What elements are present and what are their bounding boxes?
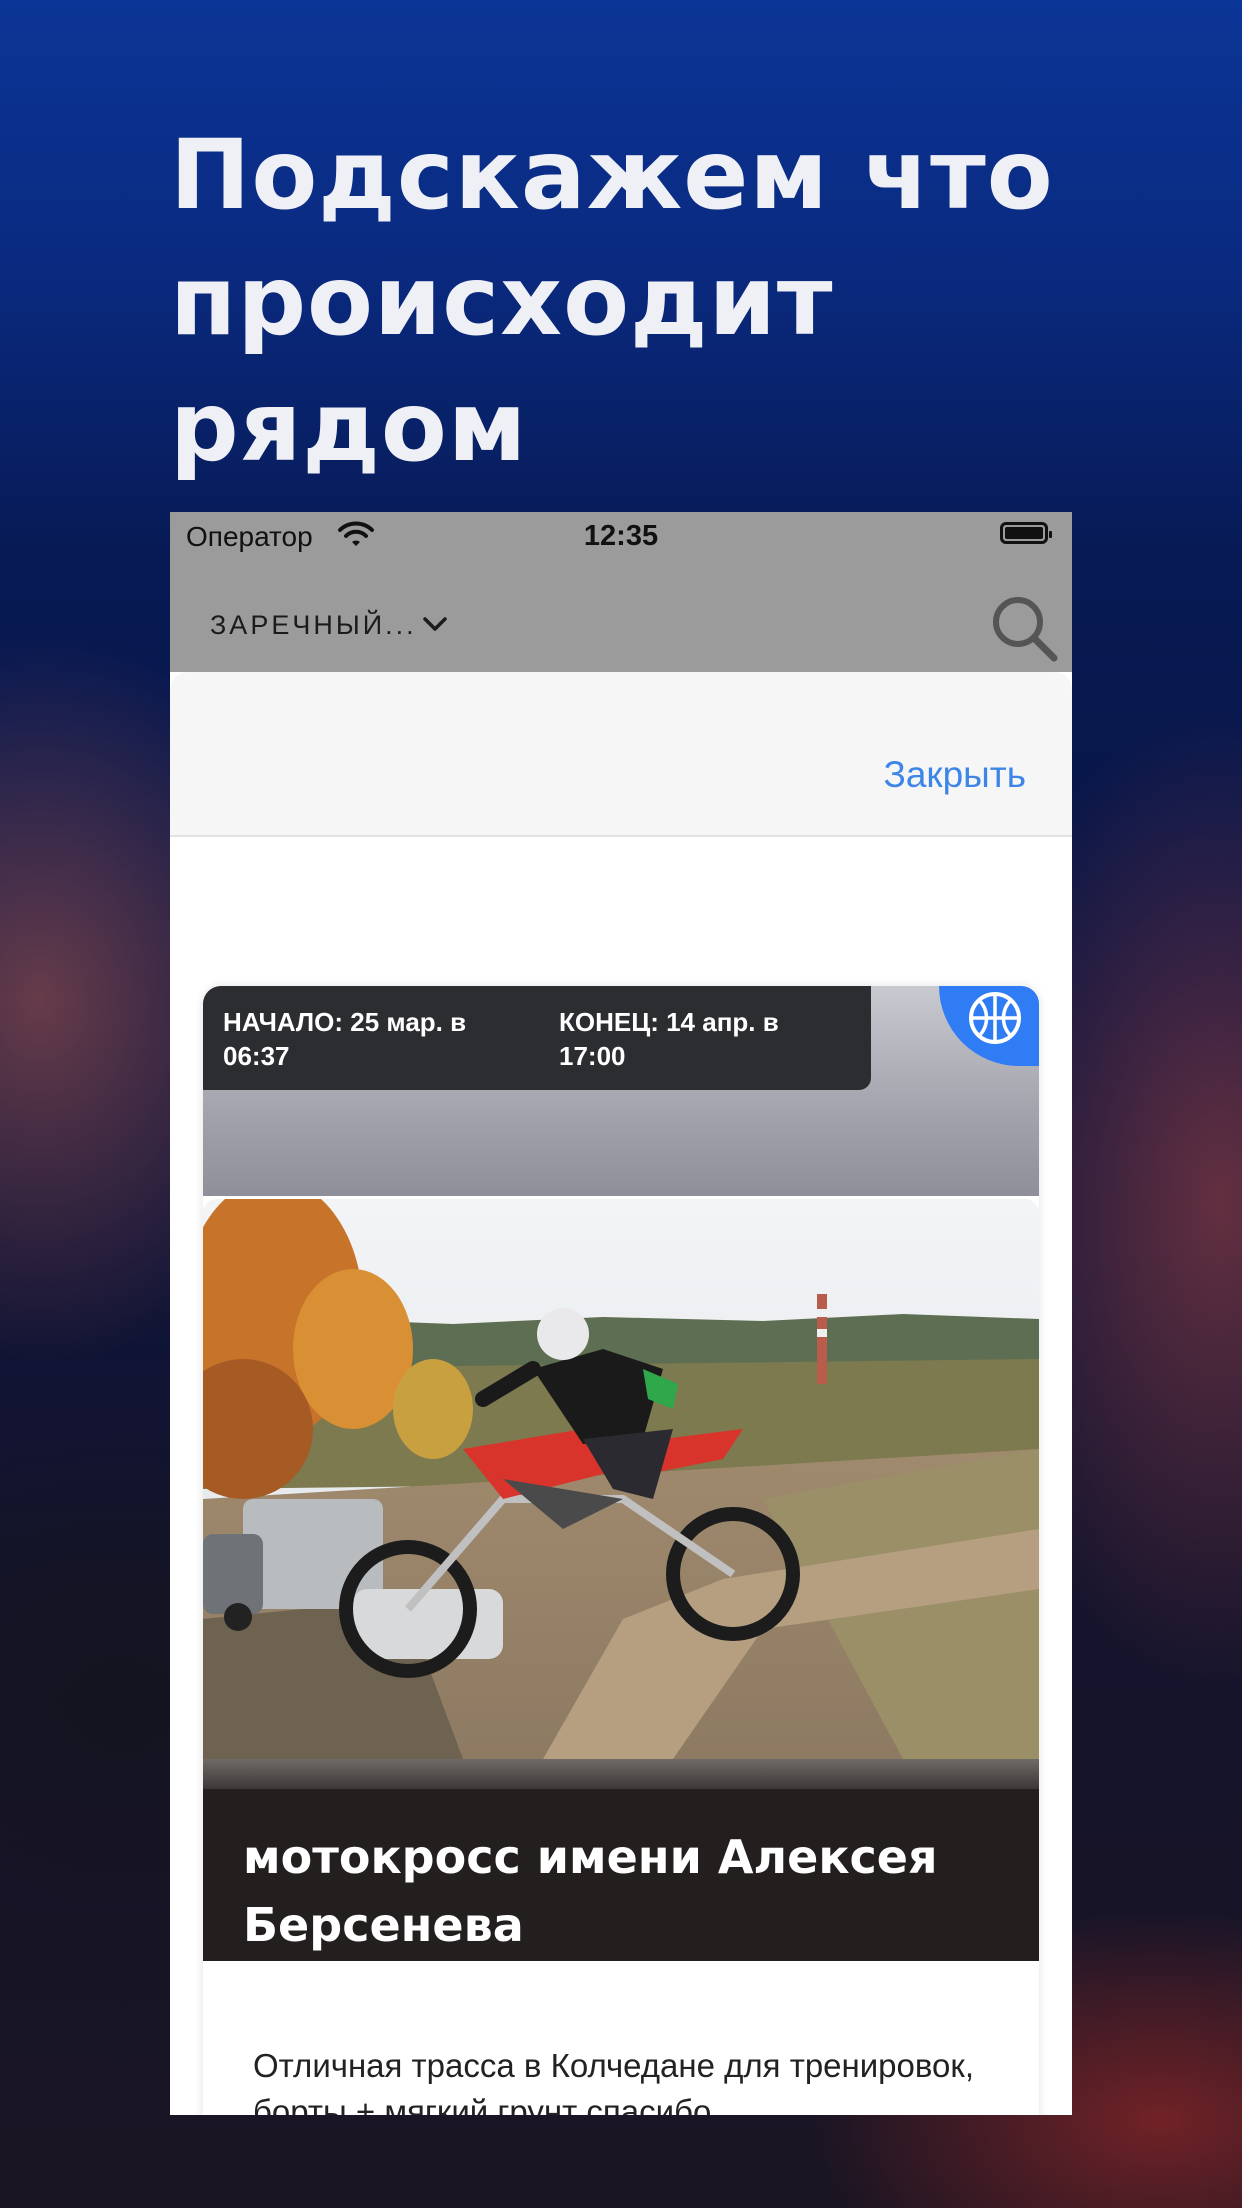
event-sheet: Закрыть НАЧАЛО: 25 мар. в 06:37 КОНЕЦ: 1… [170,672,1072,2115]
event-card[interactable]: НАЧАЛО: 25 мар. в 06:37 КОНЕЦ: 14 апр. в… [203,986,1039,2115]
search-icon[interactable] [990,594,1060,669]
event-dates: НАЧАЛО: 25 мар. в 06:37 КОНЕЦ: 14 апр. в… [203,986,871,1090]
battery-icon [1000,522,1052,544]
city-selector[interactable]: ЗАРЕЧНЫЙ... [210,610,417,641]
sheet-header: Закрыть [170,672,1072,837]
event-end-date: КОНЕЦ: 14 апр. в 17:00 [559,1007,779,1071]
promo-headline-line1: Подскажем что [170,119,1054,231]
event-description: Отличная трасса в Колчедане для трениров… [253,2047,975,2115]
basketball-icon [969,992,1021,1044]
promo-headline: Подскажем что происходит рядом [170,112,1170,490]
event-photo [203,1199,1039,1759]
clock: 12:35 [583,520,659,552]
photo-fade [203,1759,1039,1789]
close-button[interactable]: Закрыть [883,754,1026,796]
promo-headline-line2: происходит рядом [170,245,834,483]
event-title-band: мотокросс имени Алексея Берсенева [203,1789,1039,1961]
chevron-down-icon[interactable] [422,616,448,639]
phone-screen: Оператор 12:35 ЗАРЕЧНЫЙ... Закрыть НАЧАЛ… [170,512,1072,2115]
event-title: мотокросс имени Алексея Берсенева [243,1830,938,1952]
event-start-date: НАЧАЛО: 25 мар. в 06:37 [223,1007,467,1071]
status-and-nav-bar: Оператор 12:35 ЗАРЕЧНЫЙ... [170,512,1072,672]
